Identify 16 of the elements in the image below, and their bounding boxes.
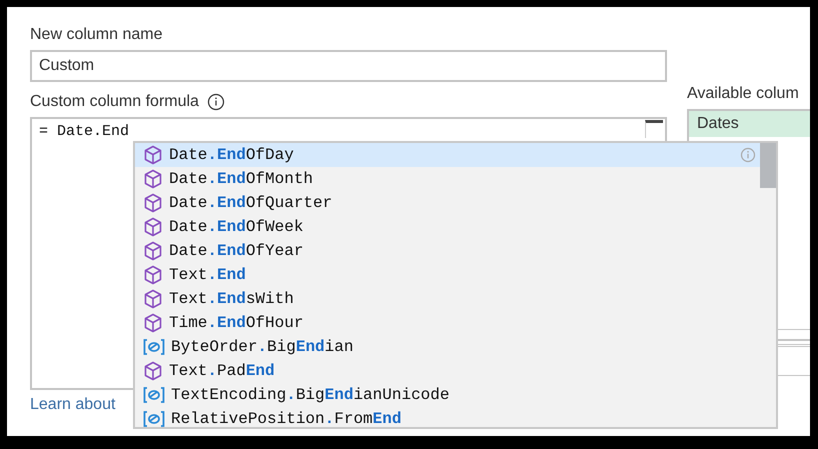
suggestion-label: ByteOrder.BigEndian bbox=[171, 338, 354, 356]
suggestion-label: RelativePosition.FromEnd bbox=[171, 410, 402, 428]
suggestion-label: Date.EndOfMonth bbox=[169, 170, 314, 188]
suggestion-label: Text.PadEnd bbox=[169, 362, 276, 380]
panel-label: Available colum bbox=[687, 84, 800, 104]
suggestion-label: Date.EndOfYear bbox=[169, 242, 304, 260]
suggestion-label: Time.EndOfHour bbox=[169, 314, 304, 332]
suggestion-label: TextEncoding.BigEndianUnicode bbox=[171, 386, 450, 404]
formula-text: = Date.End bbox=[39, 123, 130, 140]
suggestion-label: Date.EndOfDay bbox=[169, 146, 295, 164]
suggestion-label: Text.EndsWith bbox=[169, 290, 295, 308]
suggestion-label: Date.EndOfWeek bbox=[169, 218, 304, 236]
suggestion-label: Date.EndOfQuarter bbox=[169, 194, 334, 212]
suggestion-label: Text.End bbox=[169, 266, 247, 284]
field-label: New column name bbox=[30, 25, 164, 45]
field-label: Custom column formula bbox=[30, 92, 199, 112]
